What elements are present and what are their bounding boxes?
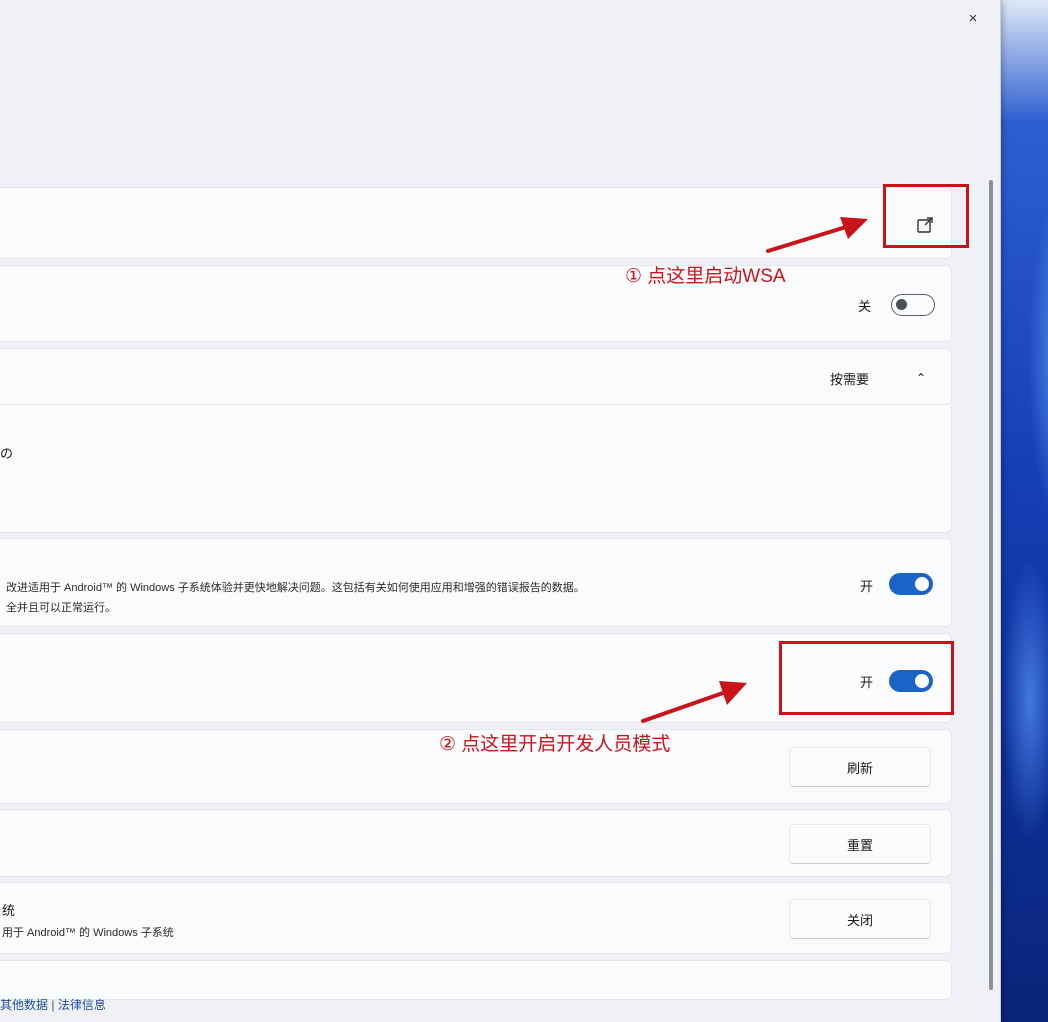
scrollbar[interactable] [989,180,993,990]
diagnostics-state-label: 开 [860,579,874,594]
annotation-step2: ② 点这里开启开发人员模式 [439,734,671,755]
setting-row-toggle-off: 关 [0,265,952,342]
annotation-box-launch [883,184,969,248]
annotation-arrow-2 [641,681,747,723]
refresh-button[interactable]: 刷新 [789,747,931,787]
diagnostics-description-line1: 改进适用于 Android™ 的 Windows 子系统体验并更快地解决问题。这… [6,582,585,594]
toggle-state-label: 关 [858,299,872,314]
turn-off-description: 用于 Android™ 的 Windows 子系统 [2,927,174,939]
footer-separator: | [51,998,55,1012]
other-data-link[interactable]: 其他数据 [0,998,48,1012]
resources-option-partial: の [0,446,14,461]
setting-row-reset: 重置 [0,809,952,877]
settings-window: × 关 按需要 ⌃ の 改进适用于 Android™ 的 Windows 子系统… [0,0,1001,1022]
setting-row-turn-off: 统 用于 Android™ 的 Windows 子系统 关闭 [0,882,952,954]
diagnostics-description-line2: 全并且可以正常运行。 [6,602,116,614]
close-button[interactable]: × [958,6,988,30]
desktop-wallpaper [1000,0,1048,1022]
bottom-card [0,960,952,1000]
resources-value: 按需要 [830,372,870,387]
reset-button[interactable]: 重置 [789,824,931,864]
annotation-arrow-1 [766,217,868,253]
legal-info-link[interactable]: 法律信息 [58,998,106,1012]
diagnostics-toggle[interactable] [889,573,933,595]
setting-row-resources[interactable]: 按需要 ⌃ [0,348,952,405]
setting-row-diagnostics: 改进适用于 Android™ 的 Windows 子系统体验并更快地解决问题。这… [0,538,952,627]
footer-links: 其他数据 | 法律信息 [0,996,106,1013]
annotation-step1: ① 点这里启动WSA [625,266,786,287]
setting-toggle[interactable] [891,294,935,316]
annotation-box-developer-mode [779,641,954,715]
resources-expanded-panel: の [0,405,952,533]
chevron-up-icon[interactable]: ⌃ [916,371,926,385]
close-icon: × [968,9,978,27]
turn-off-button[interactable]: 关闭 [789,899,931,939]
turn-off-title: 统 [2,903,16,918]
